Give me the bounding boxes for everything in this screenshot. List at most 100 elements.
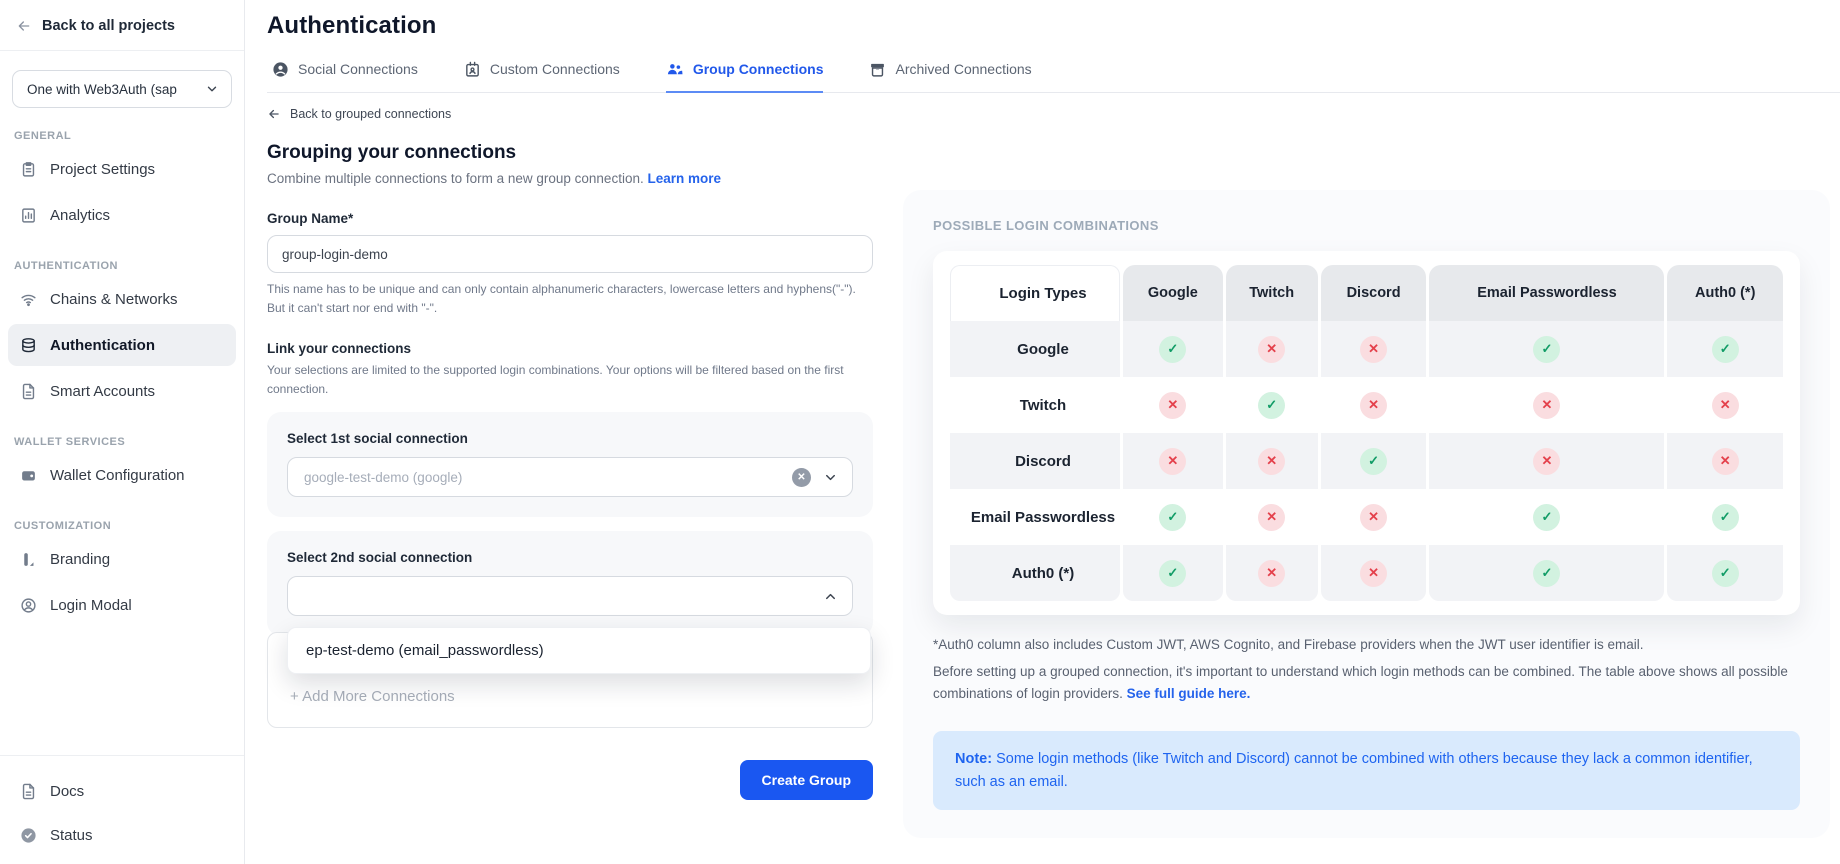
combination-cell: ✓: [1429, 545, 1664, 601]
cross-icon: ✕: [1258, 448, 1285, 475]
group-name-input[interactable]: [267, 235, 873, 273]
column-header: Email Passwordless: [1429, 265, 1664, 321]
cross-icon: ✕: [1360, 560, 1387, 587]
create-group-button[interactable]: Create Group: [740, 760, 873, 800]
combinations-description-text: Before setting up a grouped connection, …: [933, 664, 1788, 701]
tab-social-connections[interactable]: Social Connections: [272, 60, 418, 93]
combination-cell: ✕: [1226, 489, 1318, 545]
note-prefix: Note:: [955, 751, 992, 767]
combination-cell: ✕: [1123, 433, 1223, 489]
check-icon: ✓: [1712, 504, 1739, 531]
sidebar-item-analytics[interactable]: Analytics: [8, 194, 236, 236]
cross-icon: ✕: [1360, 336, 1387, 363]
section-label-general: GENERAL: [14, 130, 230, 142]
check-icon: ✓: [1533, 336, 1560, 363]
sidebar-item-label: Project Settings: [50, 161, 155, 178]
sidebar-item-project-settings[interactable]: Project Settings: [8, 148, 236, 190]
tab-archived-connections[interactable]: Archived Connections: [869, 60, 1031, 93]
table-corner-header: Login Types: [950, 265, 1120, 321]
form-subtitle: Combine multiple connections to form a n…: [267, 171, 873, 186]
table-header-row: Login TypesGoogleTwitchDiscordEmail Pass…: [950, 265, 1783, 321]
tab-custom-connections[interactable]: Custom Connections: [464, 60, 620, 93]
combination-cell: ✕: [1667, 377, 1783, 433]
sidebar-item-docs[interactable]: Docs: [8, 770, 236, 812]
check-icon: ✓: [1712, 336, 1739, 363]
link-connections-title: Link your connections: [267, 341, 873, 356]
combination-cell: ✕: [1226, 545, 1318, 601]
add-more-connections-button[interactable]: + Add More Connections: [290, 688, 455, 705]
sidebar-item-login-modal[interactable]: Login Modal: [8, 584, 236, 626]
full-guide-link[interactable]: See full guide here.: [1127, 686, 1251, 701]
check-icon: ✓: [1159, 560, 1186, 587]
bar-chart-icon: [20, 207, 37, 224]
row-label: Twitch: [950, 377, 1120, 433]
combination-cell: ✕: [1226, 433, 1318, 489]
combination-cell: ✓: [1123, 545, 1223, 601]
select1-label: Select 1st social connection: [287, 431, 853, 446]
select1-dropdown[interactable]: google-test-demo (google) ✕: [287, 457, 853, 497]
sidebar-item-label: Branding: [50, 551, 110, 568]
dropdown-option-ep-test-demo[interactable]: ep-test-demo (email_passwordless): [288, 628, 870, 673]
second-connection-card: Select 2nd social connection: [267, 531, 873, 636]
check-icon: ✓: [1159, 504, 1186, 531]
auth0-footnote: *Auth0 column also includes Custom JWT, …: [933, 637, 1800, 652]
note-text: Some login methods (like Twitch and Disc…: [955, 751, 1753, 789]
note-box: Note: Some login methods (like Twitch an…: [933, 731, 1800, 810]
tab-label: Archived Connections: [895, 61, 1031, 77]
tab-label: Custom Connections: [490, 61, 620, 77]
back-to-all-projects-link[interactable]: Back to all projects: [0, 0, 244, 50]
sidebar-item-branding[interactable]: Branding: [8, 538, 236, 580]
cross-icon: ✕: [1533, 392, 1560, 419]
cross-icon: ✕: [1360, 392, 1387, 419]
group-connection-form: Back to grouped connections Grouping you…: [267, 93, 873, 800]
link-connections-subtitle: Your selections are limited to the suppo…: [267, 361, 873, 398]
combinations-heading: POSSIBLE LOGIN COMBINATIONS: [933, 218, 1800, 233]
section-label-customization: CUSTOMIZATION: [14, 520, 230, 532]
sidebar-item-authentication[interactable]: Authentication: [8, 324, 236, 366]
cross-icon: ✕: [1159, 448, 1186, 475]
chevron-down-icon: [823, 470, 838, 485]
group-name-helper: This name has to be unique and can only …: [267, 280, 873, 317]
back-link-label: Back to grouped connections: [290, 107, 451, 121]
sidebar-item-wallet-configuration[interactable]: Wallet Configuration: [8, 454, 236, 496]
form-subtitle-text: Combine multiple connections to form a n…: [267, 171, 644, 186]
combination-cell: ✕: [1123, 377, 1223, 433]
combination-cell: ✕: [1321, 321, 1427, 377]
select2-dropdown[interactable]: [287, 576, 853, 616]
sidebar-item-label: Authentication: [50, 337, 155, 354]
table-row: Email Passwordless✓✕✕✓✓: [950, 489, 1783, 545]
tab-label: Group Connections: [693, 61, 824, 77]
sidebar: Back to all projects One with Web3Auth (…: [0, 0, 245, 864]
cross-icon: ✕: [1533, 448, 1560, 475]
row-label: Discord: [950, 433, 1120, 489]
sidebar-item-chains-networks[interactable]: Chains & Networks: [8, 278, 236, 320]
id-badge-icon: [464, 61, 481, 78]
back-to-grouped-connections-link[interactable]: Back to grouped connections: [267, 107, 873, 121]
learn-more-link[interactable]: Learn more: [647, 171, 721, 186]
arrow-left-icon: [267, 107, 281, 121]
check-icon: ✓: [1360, 448, 1387, 475]
combination-cell: ✓: [1123, 489, 1223, 545]
project-selector[interactable]: One with Web3Auth (sap: [12, 70, 232, 108]
sidebar-divider: [0, 50, 244, 51]
combinations-table: Login TypesGoogleTwitchDiscordEmail Pass…: [947, 265, 1786, 601]
section-label-authentication: AUTHENTICATION: [14, 260, 230, 272]
tab-group-connections[interactable]: Group Connections: [666, 60, 824, 93]
cross-icon: ✕: [1258, 560, 1285, 587]
sidebar-item-status[interactable]: Status: [8, 814, 236, 856]
combination-cell: ✕: [1667, 433, 1783, 489]
sidebar-item-smart-accounts[interactable]: Smart Accounts: [8, 370, 236, 412]
archive-icon: [869, 61, 886, 78]
cross-icon: ✕: [1258, 504, 1285, 531]
users-group-icon: [666, 60, 684, 78]
app-root: Back to all projects One with Web3Auth (…: [0, 0, 1840, 864]
document-icon: [20, 783, 37, 800]
clear-selection-icon[interactable]: ✕: [792, 468, 811, 487]
combination-cell: ✓: [1429, 489, 1664, 545]
sidebar-item-label: Login Modal: [50, 597, 132, 614]
cross-icon: ✕: [1159, 392, 1186, 419]
combination-cell: ✕: [1321, 545, 1427, 601]
form-actions: Create Group: [267, 760, 873, 800]
table-row: Twitch✕✓✕✕✕: [950, 377, 1783, 433]
tab-bar: Social Connections Custom Connections Gr…: [267, 60, 1840, 93]
